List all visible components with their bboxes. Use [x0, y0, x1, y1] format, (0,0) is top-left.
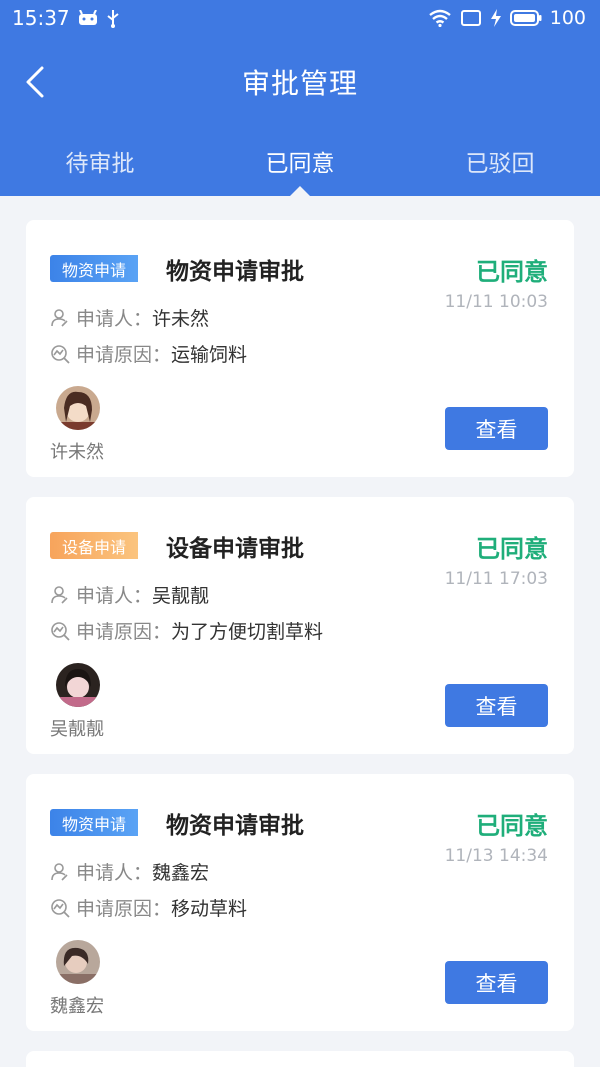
view-button[interactable]: 查看: [445, 961, 548, 1004]
search-chart-icon: [50, 898, 70, 918]
page-title: 审批管理: [241, 67, 358, 100]
timestamp: 11/11 10:03: [444, 292, 548, 312]
type-badge: 设备申请: [50, 532, 139, 559]
active-tab-indicator: [290, 186, 310, 196]
applicant-row: 申请人： 许未然: [50, 304, 209, 331]
type-badge: 物资申请: [50, 809, 139, 836]
android-icon: [78, 10, 98, 26]
applicant-name: 吴靓靓: [152, 585, 210, 607]
type-badge: 物资申请: [50, 255, 139, 282]
applicant-row: 申请人： 魏鑫宏: [50, 858, 209, 885]
charging-icon: [490, 9, 502, 27]
nav-bar: 审批管理: [0, 52, 600, 112]
approval-card-partial: [26, 1051, 574, 1067]
tab-bar: 待审批 已同意 已驳回: [0, 136, 600, 186]
avatar-name: 魏鑫宏: [50, 996, 104, 1017]
status-label: 已同意: [476, 258, 548, 286]
tab-approved[interactable]: 已同意: [200, 136, 400, 186]
wifi-icon: [428, 9, 452, 27]
card-title: 设备申请审批: [166, 536, 304, 562]
approval-card: 设备申请 设备申请审批 已同意 11/11 17:03 申请人： 吴靓靓 申请原…: [26, 497, 574, 754]
view-button[interactable]: 查看: [445, 684, 548, 727]
reason-label: 申请原因：: [76, 621, 172, 643]
reason-label: 申请原因：: [76, 898, 172, 920]
tab-rejected[interactable]: 已驳回: [400, 136, 600, 186]
avatar-name: 吴靓靓: [50, 719, 104, 740]
approval-card: 物资申请 物资申请审批 已同意 11/11 10:03 申请人： 许未然 申请原…: [26, 220, 574, 477]
chevron-left-icon: [26, 66, 44, 98]
view-button[interactable]: 查看: [445, 407, 548, 450]
avatar: [56, 386, 100, 430]
user-icon: [50, 308, 70, 328]
reason-row: 申请原因： 为了方便切割草料: [50, 617, 323, 644]
reason-row: 申请原因： 移动草料: [50, 894, 247, 921]
applicant-label: 申请人：: [76, 585, 153, 607]
timestamp: 11/13 14:34: [444, 846, 548, 866]
status-label: 已同意: [476, 812, 548, 840]
applicant-name: 许未然: [152, 308, 210, 330]
card-title: 物资申请审批: [166, 813, 304, 839]
user-icon: [50, 862, 70, 882]
status-bar: 15:37 100: [0, 0, 600, 36]
reason-row: 申请原因： 运输饲料: [50, 340, 247, 367]
reason-text: 运输饲料: [171, 344, 248, 366]
applicant-label: 申请人：: [76, 862, 153, 884]
battery-level: 100: [549, 7, 586, 29]
timestamp: 11/11 17:03: [444, 569, 548, 589]
back-button[interactable]: [22, 64, 52, 100]
usb-icon: [106, 8, 120, 28]
screen-icon: [460, 9, 482, 27]
approval-card: 物资申请 物资申请审批 已同意 11/13 14:34 申请人： 魏鑫宏 申请原…: [26, 774, 574, 1031]
applicant-name: 魏鑫宏: [152, 862, 210, 884]
header: 15:37 100 审批管理 待审批 已同意 已驳回: [0, 0, 600, 196]
avatar: [56, 663, 100, 707]
avatar-name: 许未然: [50, 442, 104, 463]
status-label: 已同意: [476, 535, 548, 563]
status-time: 15:37: [12, 6, 70, 30]
reason-text: 为了方便切割草料: [171, 621, 324, 643]
battery-icon: [509, 9, 542, 27]
search-chart-icon: [50, 621, 70, 641]
search-chart-icon: [50, 344, 70, 364]
card-title: 物资申请审批: [166, 259, 304, 285]
approval-list: 物资申请 物资申请审批 已同意 11/11 10:03 申请人： 许未然 申请原…: [26, 220, 574, 1067]
reason-text: 移动草料: [171, 898, 248, 920]
applicant-row: 申请人： 吴靓靓: [50, 581, 209, 608]
user-icon: [50, 585, 70, 605]
tab-pending[interactable]: 待审批: [0, 136, 200, 186]
applicant-label: 申请人：: [76, 308, 153, 330]
reason-label: 申请原因：: [76, 344, 172, 366]
avatar: [56, 940, 100, 984]
